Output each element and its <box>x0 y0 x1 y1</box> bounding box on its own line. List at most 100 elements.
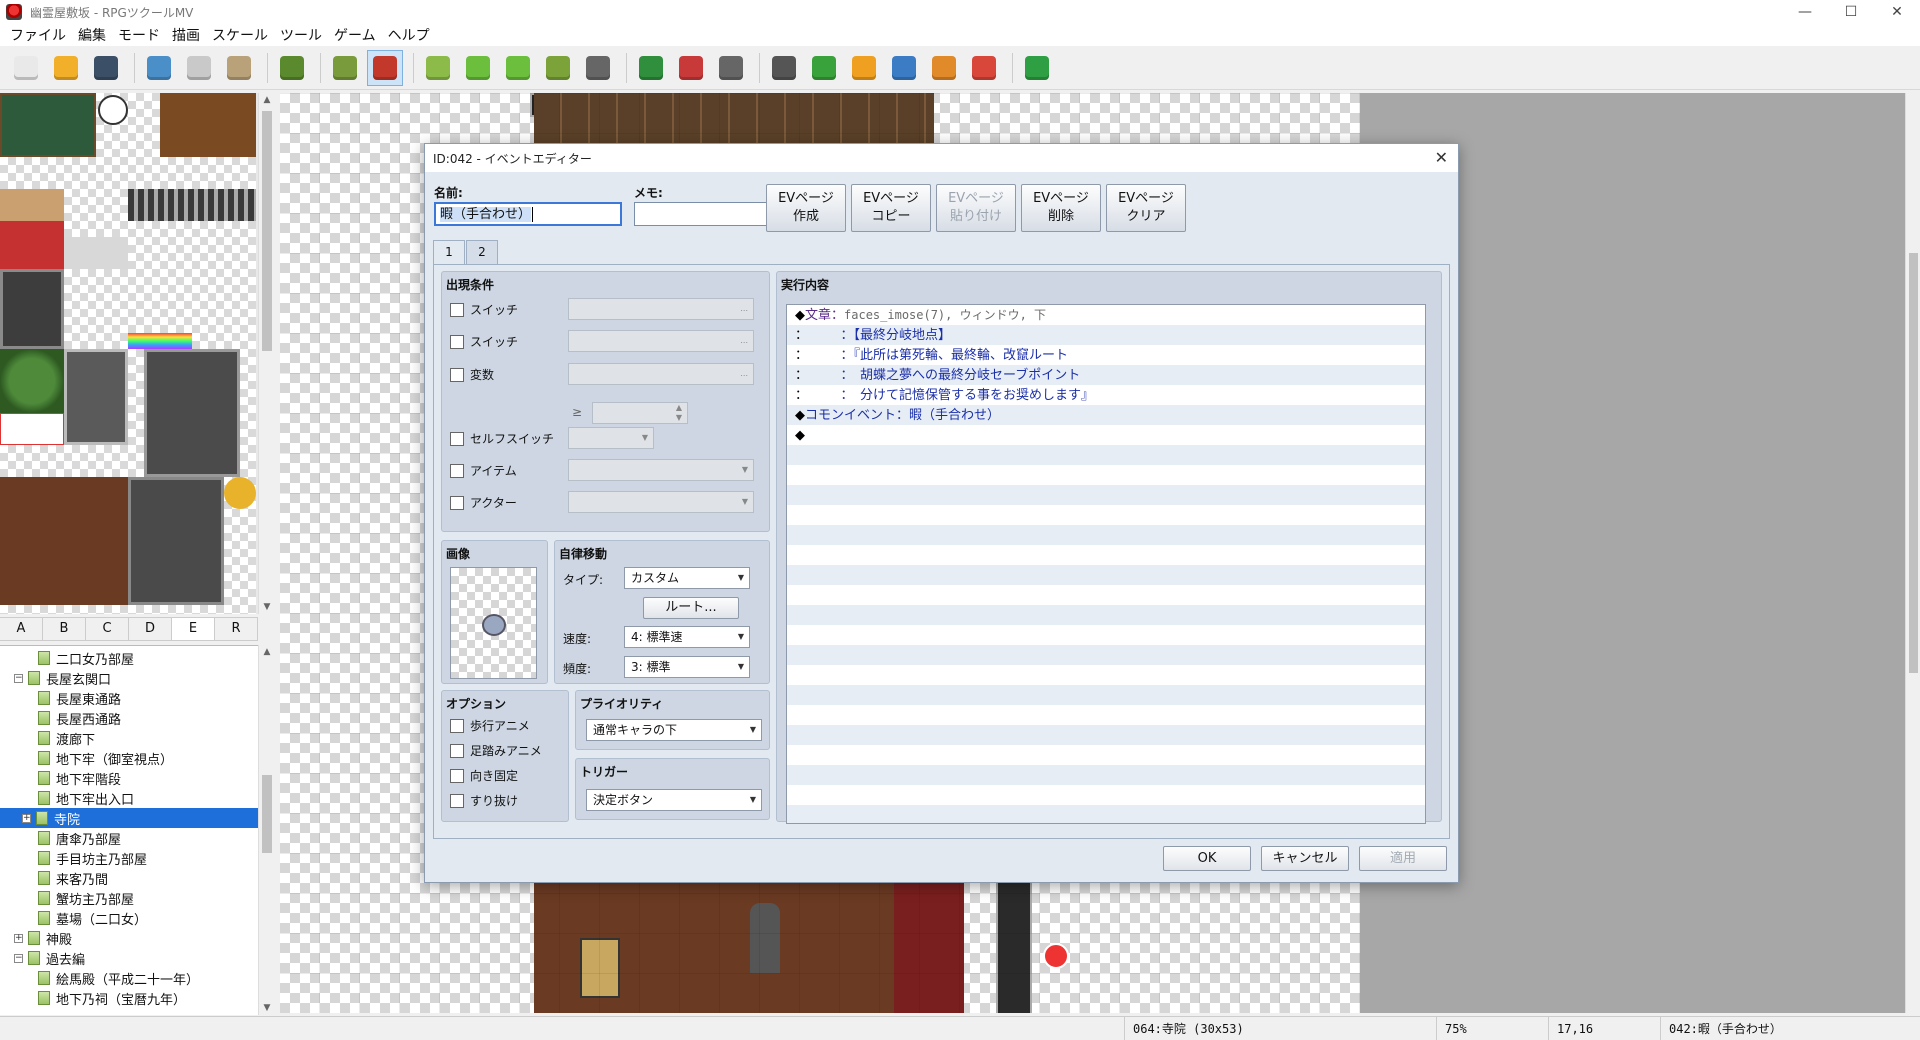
checkbox-icon[interactable] <box>450 768 464 783</box>
shrine-tile[interactable] <box>64 349 128 445</box>
event-search-button[interactable] <box>886 50 922 86</box>
ellipse-button[interactable] <box>500 50 536 86</box>
map-tree-item[interactable]: 地下牢出入口 <box>0 788 258 808</box>
selected-tile[interactable] <box>0 413 64 445</box>
save-button[interactable] <box>88 50 124 86</box>
map-tree-item[interactable]: 長屋西通路 <box>0 708 258 728</box>
scroll-up-arrow[interactable]: ▲ <box>262 95 272 105</box>
wood-stairs-tile[interactable] <box>0 477 128 605</box>
tileset-grid[interactable] <box>0 93 256 614</box>
scroll-thumb[interactable] <box>262 775 272 853</box>
tileset-tab-c[interactable]: C <box>86 618 129 640</box>
menu-mode[interactable]: モード <box>112 25 166 45</box>
ev-page-clear-button[interactable]: EVページ クリア <box>1106 184 1186 232</box>
map-tree-item[interactable]: 来客乃間 <box>0 868 258 888</box>
tileset-tab-d[interactable]: D <box>129 618 172 640</box>
event-mode-button[interactable] <box>367 49 403 86</box>
ev-page-delete-button[interactable]: EVページ 削除 <box>1021 184 1101 232</box>
copy-button[interactable] <box>181 50 217 86</box>
map-tree-item[interactable]: 二口女乃部屋 <box>0 648 258 668</box>
resource-manager-button[interactable] <box>926 50 962 86</box>
checkbox-icon[interactable] <box>450 367 464 382</box>
expand-toggle-icon[interactable]: + <box>14 933 23 943</box>
gatehouse-tile[interactable] <box>128 477 224 605</box>
condition-item-checkbox[interactable]: アイテム <box>450 462 517 479</box>
gate-tile[interactable] <box>0 269 64 349</box>
expand-toggle-icon[interactable]: + <box>22 813 31 823</box>
menu-edit[interactable]: 編集 <box>72 25 112 45</box>
command-line[interactable]: ◆文章：faces_imose(7), ウィンドウ, 下 <box>795 305 1046 325</box>
tileset-palette[interactable] <box>0 93 258 614</box>
checkbox-icon[interactable] <box>450 495 464 510</box>
menu-file[interactable]: ファイル <box>4 25 72 45</box>
trigger-select[interactable]: 決定ボタン ▼ <box>586 789 762 811</box>
temple-tile[interactable] <box>144 349 240 477</box>
chalkboard-tile[interactable] <box>0 93 96 157</box>
option-checkbox[interactable]: すり抜け <box>450 792 518 809</box>
priority-select[interactable]: 通常キャラの下 ▼ <box>586 719 762 741</box>
checkbox-icon[interactable] <box>450 431 464 446</box>
tileset-tab-r[interactable]: R <box>215 618 258 640</box>
checkbox-icon[interactable] <box>450 743 464 758</box>
movement-type-select[interactable]: カスタム ▼ <box>624 567 750 589</box>
dialog-close-button[interactable]: ✕ <box>1435 148 1448 167</box>
floor-tile[interactable] <box>0 189 64 221</box>
menu-scale[interactable]: スケール <box>206 25 274 45</box>
route-button[interactable]: ルート... <box>643 597 739 619</box>
fence-tile[interactable] <box>128 189 256 221</box>
menu-game[interactable]: ゲーム <box>328 25 382 45</box>
open-folder-button[interactable] <box>48 50 84 86</box>
scroll-down-arrow[interactable]: ▼ <box>262 1003 272 1013</box>
map-tree-item[interactable]: 蟹坊主乃部屋 <box>0 888 258 908</box>
scroll-up-arrow[interactable]: ▲ <box>262 647 272 657</box>
command-line[interactable]: ： ： 胡蝶之夢への最終分岐セーブポイント <box>795 365 1080 385</box>
flood-fill-button[interactable] <box>540 50 576 86</box>
checkbox-icon[interactable] <box>450 463 464 478</box>
command-line[interactable]: ： ： 分けて記憶保管する事をお奨めします』 <box>795 385 1094 405</box>
speed-select[interactable]: 4: 標準速 ▼ <box>624 626 750 648</box>
tileset-scrollbar[interactable]: ▲ ▼ <box>258 93 274 614</box>
zoom-out-button[interactable] <box>673 50 709 86</box>
frequency-select[interactable]: 3: 標準 ▼ <box>624 656 750 678</box>
page-tab-1[interactable]: 1 <box>433 240 465 265</box>
command-line[interactable]: ： ：『此所は第死輪、最終輪、改竄ルート <box>795 345 1068 365</box>
expand-toggle-icon[interactable]: − <box>14 673 23 683</box>
clock-tile[interactable] <box>98 95 128 125</box>
menu-tools[interactable]: ツール <box>274 25 328 45</box>
map-tree-item[interactable]: 渡廊下 <box>0 728 258 748</box>
map-tree-item[interactable]: 地下牢階段 <box>0 768 258 788</box>
paste-button[interactable] <box>221 50 257 86</box>
option-checkbox[interactable]: 向き固定 <box>450 767 518 784</box>
scroll-thumb[interactable] <box>1909 253 1918 673</box>
condition-switch-2-checkbox[interactable]: スイッチ <box>450 333 518 350</box>
ok-button[interactable]: OK <box>1163 846 1251 871</box>
ev-page-paste-button[interactable]: EVページ 貼り付け <box>936 184 1016 232</box>
minimize-button[interactable]: — <box>1782 0 1828 24</box>
scroll-thumb[interactable] <box>262 111 272 351</box>
tileset-tab-e[interactable]: E <box>172 618 215 640</box>
map-event-marker[interactable] <box>1043 943 1069 969</box>
command-line[interactable]: ◆ <box>795 425 805 445</box>
map-event-marker[interactable] <box>530 93 564 117</box>
expand-toggle-icon[interactable]: − <box>14 953 23 963</box>
map-tree-item[interactable]: − 過去編 <box>0 948 258 968</box>
map-tree-item[interactable]: 絵馬殿（平成二十一年） <box>0 968 258 988</box>
playtest-button[interactable] <box>1019 50 1055 86</box>
map-tree-item[interactable]: 墓場（二口女） <box>0 908 258 928</box>
page-tab-2[interactable]: 2 <box>466 240 498 264</box>
ev-page-copy-button[interactable]: EVページ コピー <box>851 184 931 232</box>
shadow-pen-button[interactable] <box>580 50 616 86</box>
command-line[interactable]: ◆コモンイベント：暇（手合わせ） <box>795 405 1000 425</box>
ev-page-new-button[interactable]: EVページ 作成 <box>766 184 846 232</box>
red-carpet-tile[interactable] <box>0 221 64 269</box>
condition-self-switch-checkbox[interactable]: セルフスイッチ <box>450 430 554 447</box>
condition-variable-checkbox[interactable]: 変数 <box>450 366 494 383</box>
map-tree-item[interactable]: 唐傘乃部屋 <box>0 828 258 848</box>
cancel-button[interactable]: キャンセル <box>1261 846 1349 871</box>
tileset-tab-b[interactable]: B <box>43 618 86 640</box>
wood-wall-tile[interactable] <box>160 93 256 157</box>
condition-actor-checkbox[interactable]: アクター <box>450 494 517 511</box>
name-input[interactable]: 暇（手合わせ） <box>434 202 622 226</box>
undo-button[interactable] <box>274 50 310 86</box>
menu-help[interactable]: ヘルプ <box>382 25 436 45</box>
